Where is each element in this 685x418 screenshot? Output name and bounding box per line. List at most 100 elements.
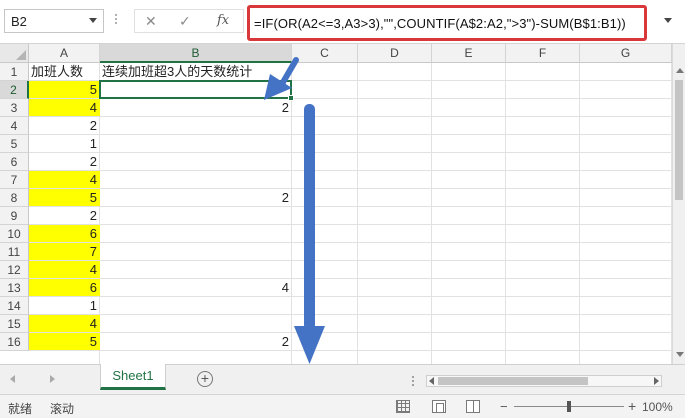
cell-a1[interactable]: 加班人数 (29, 63, 100, 80)
cell-a12[interactable]: 4 (29, 261, 100, 278)
column-header-e[interactable]: E (432, 44, 506, 63)
cell-b7[interactable] (100, 171, 292, 188)
tab-split-grip[interactable] (410, 374, 416, 386)
gridline (579, 63, 580, 364)
worksheet-grid[interactable]: A B C D E F G 1 加班人数 连续加班超3人的天数统计 2 5 3 4 2 4 2 5 1 6 2 7 4 8 5 2… (0, 44, 672, 364)
formula-bar-grip[interactable] (114, 12, 117, 30)
row-header-13[interactable]: 13 (0, 279, 29, 297)
page-break-view-icon[interactable] (466, 400, 480, 413)
row-header-6[interactable]: 6 (0, 153, 29, 171)
cell-a13[interactable]: 6 (29, 279, 100, 296)
row-header-7[interactable]: 7 (0, 171, 29, 189)
name-box-dropdown-icon[interactable] (89, 18, 97, 23)
row-header-11[interactable]: 11 (0, 243, 29, 261)
next-sheet-icon[interactable] (50, 375, 55, 383)
select-all-icon (16, 50, 26, 60)
zoom-out-icon[interactable]: − (500, 399, 508, 414)
cell-a3[interactable]: 4 (29, 99, 100, 116)
cell-a8[interactable]: 5 (29, 189, 100, 206)
row-header-10[interactable]: 10 (0, 225, 29, 243)
row-header-5[interactable]: 5 (0, 135, 29, 153)
zoom-level[interactable]: 100% (642, 400, 673, 414)
normal-view-icon[interactable] (396, 400, 410, 413)
page-layout-view-icon[interactable] (432, 400, 446, 413)
scroll-down-icon[interactable] (676, 352, 684, 357)
zoom-slider-knob[interactable] (567, 401, 571, 412)
cancel-icon[interactable]: ✕ (145, 13, 157, 30)
sheet-tab-sheet1[interactable]: Sheet1 (100, 364, 166, 390)
name-box-value: B2 (11, 14, 27, 29)
row-header-8[interactable]: 8 (0, 189, 29, 207)
status-ready: 就绪 (8, 402, 33, 416)
expand-formula-bar-icon[interactable] (664, 18, 672, 23)
add-sheet-icon[interactable]: + (197, 371, 213, 387)
horizontal-scrollbar[interactable] (426, 375, 662, 387)
cell-b10[interactable] (100, 225, 292, 242)
cell-b1[interactable]: 连续加班超3人的天数统计 (100, 63, 292, 80)
row-header-14[interactable]: 14 (0, 297, 29, 315)
cell-b5[interactable] (100, 135, 292, 152)
cell-b14[interactable] (100, 297, 292, 314)
cell-b16[interactable]: 2 (100, 333, 292, 350)
cell-b4[interactable] (100, 117, 292, 134)
cell-a10[interactable]: 6 (29, 225, 100, 242)
sheet-tab-bar: Sheet1 + (0, 364, 685, 394)
column-header-d[interactable]: D (358, 44, 432, 63)
select-all-corner[interactable] (0, 44, 29, 63)
cell-a7[interactable]: 4 (29, 171, 100, 188)
active-cell-border (99, 80, 294, 101)
zoom-in-icon[interactable]: + (628, 398, 636, 414)
fill-handle[interactable] (288, 95, 294, 101)
cell-a5[interactable]: 1 (29, 135, 100, 152)
row-header-2[interactable]: 2 (0, 81, 29, 99)
cell-a9[interactable]: 2 (29, 207, 100, 224)
vertical-scroll-thumb[interactable] (675, 80, 683, 200)
row-header-3[interactable]: 3 (0, 99, 29, 117)
column-header-g[interactable]: G (580, 44, 672, 63)
gridline (357, 63, 358, 364)
formula-input[interactable]: =IF(OR(A2<=3,A3>3),"",COUNTIF(A$2:A2,">3… (247, 5, 647, 41)
cell-b3[interactable]: 2 (100, 99, 292, 116)
formula-buttons: ✕ ✓ fx (134, 9, 244, 33)
scroll-left-icon[interactable] (429, 377, 434, 385)
horizontal-scroll-thumb[interactable] (438, 377, 588, 385)
row-header-1[interactable]: 1 (0, 63, 29, 81)
zoom-slider[interactable] (514, 401, 624, 412)
row-header-12[interactable]: 12 (0, 261, 29, 279)
gridline (29, 350, 672, 351)
cell-b6[interactable] (100, 153, 292, 170)
previous-sheet-icon[interactable] (10, 375, 15, 383)
status-bar: 就绪 滚动 − + 100% (0, 394, 685, 418)
cell-a15[interactable]: 4 (29, 315, 100, 332)
row-header-9[interactable]: 9 (0, 207, 29, 225)
vertical-scrollbar[interactable] (672, 44, 685, 364)
row-header-15[interactable]: 15 (0, 315, 29, 333)
scroll-up-icon[interactable] (676, 68, 684, 73)
cell-a6[interactable]: 2 (29, 153, 100, 170)
formula-text: =IF(OR(A2<=3,A3>3),"",COUNTIF(A$2:A2,">3… (254, 16, 626, 31)
column-header-f[interactable]: F (506, 44, 580, 63)
cell-a4[interactable]: 2 (29, 117, 100, 134)
cell-a2[interactable]: 5 (29, 81, 100, 98)
row-header-16[interactable]: 16 (0, 333, 29, 351)
column-header-a[interactable]: A (29, 44, 100, 63)
cell-b8[interactable]: 2 (100, 189, 292, 206)
cell-b15[interactable] (100, 315, 292, 332)
gridline (505, 63, 506, 364)
insert-function-icon[interactable]: fx (217, 13, 229, 28)
column-header-c[interactable]: C (292, 44, 358, 63)
cell-b13[interactable]: 4 (100, 279, 292, 296)
row-header-4[interactable]: 4 (0, 117, 29, 135)
scroll-right-icon[interactable] (654, 377, 659, 385)
gridline (431, 63, 432, 364)
cell-a11[interactable]: 7 (29, 243, 100, 260)
cell-b11[interactable] (100, 243, 292, 260)
cell-a14[interactable]: 1 (29, 297, 100, 314)
enter-icon[interactable]: ✓ (179, 13, 191, 30)
status-scroll: 滚动 (50, 402, 75, 416)
cell-a16[interactable]: 5 (29, 333, 100, 350)
cell-b12[interactable] (100, 261, 292, 278)
name-box[interactable]: B2 (4, 9, 104, 33)
cell-b9[interactable] (100, 207, 292, 224)
column-header-b[interactable]: B (100, 44, 292, 63)
